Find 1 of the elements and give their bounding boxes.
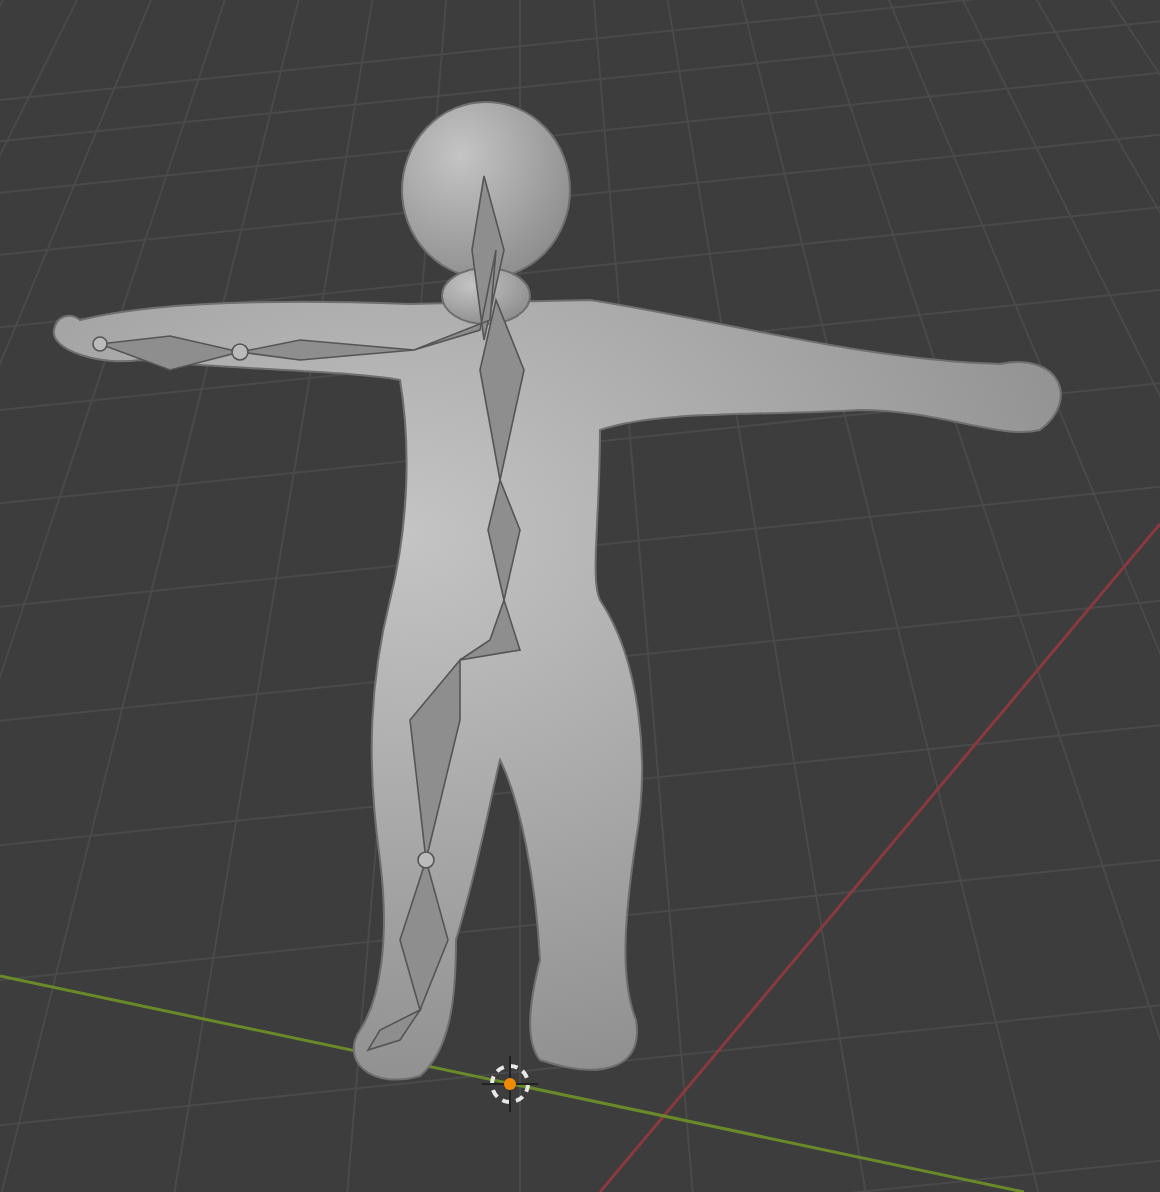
3d-cursor-icon <box>481 1055 539 1113</box>
